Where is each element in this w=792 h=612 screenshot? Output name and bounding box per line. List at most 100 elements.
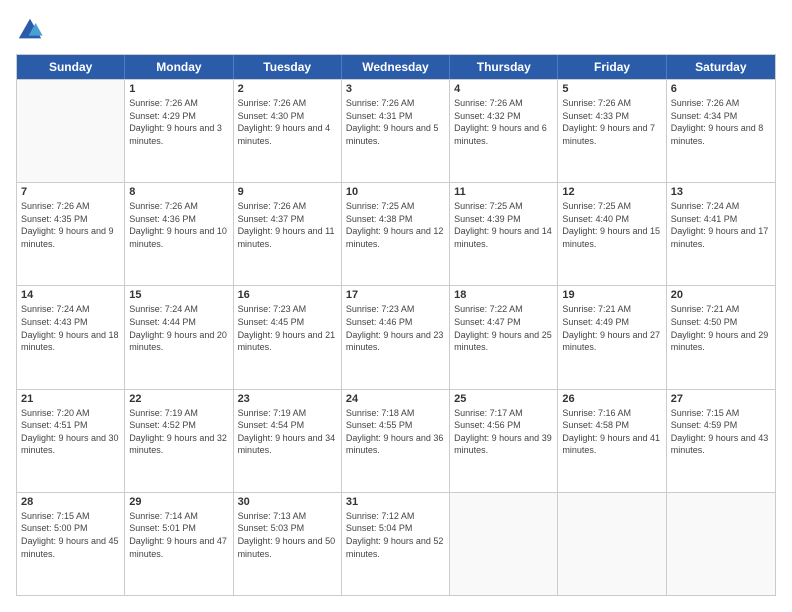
day-info: Sunrise: 7:26 AM Sunset: 4:36 PM Dayligh… [129,200,228,250]
day-info: Sunrise: 7:13 AM Sunset: 5:03 PM Dayligh… [238,510,337,560]
day-info: Sunrise: 7:16 AM Sunset: 4:58 PM Dayligh… [562,407,661,457]
day-info: Sunrise: 7:24 AM Sunset: 4:44 PM Dayligh… [129,303,228,353]
day-number: 27 [671,393,771,405]
calendar-cell-6: 6 Sunrise: 7:26 AM Sunset: 4:34 PM Daylig… [667,80,775,182]
calendar-cell-3: 3Sunrise: 7:26 AM Sunset: 4:31 PM Daylig… [342,80,450,182]
day-number: 28 [21,496,120,508]
calendar-cell-16: 16 Sunrise: 7:23 AM Sunset: 4:45 PM Dayli… [234,286,342,388]
calendar-cell-28: 28 Sunrise: 7:15 AM Sunset: 5:00 PM Dayli… [17,493,125,595]
day-number: 31 [346,496,445,508]
day-info: Sunrise: 7:25 AM Sunset: 4:38 PM Dayligh… [346,200,445,250]
calendar-cell-24: 24 Sunrise: 7:18 AM Sunset: 4:55 PM Dayli… [342,390,450,492]
day-info: Sunrise: 7:25 AM Sunset: 4:40 PM Dayligh… [562,200,661,250]
day-number: 24 [346,393,445,405]
calendar-cell-25: 25 Sunrise: 7:17 AM Sunset: 4:56 PM Dayli… [450,390,558,492]
day-number: 25 [454,393,553,405]
calendar-cell-26: 26 Sunrise: 7:16 AM Sunset: 4:58 PM Dayli… [558,390,666,492]
calendar-cell-empty-0-0 [17,80,125,182]
day-info: Sunrise: 7:23 AM Sunset: 4:46 PM Dayligh… [346,303,445,353]
header-saturday: Saturday [667,55,775,79]
calendar-cell-29: 29 Sunrise: 7:14 AM Sunset: 5:01 PM Dayli… [125,493,233,595]
day-info: Sunrise: 7:12 AM Sunset: 5:04 PM Dayligh… [346,510,445,560]
day-number: 9 [238,186,337,198]
day-info: Sunrise: 7:22 AM Sunset: 4:47 PM Dayligh… [454,303,553,353]
day-number: 1 [129,83,228,95]
calendar: SundayMondayTuesdayWednesdayThursdayFrid… [16,54,776,596]
day-info: Sunrise: 7:17 AM Sunset: 4:56 PM Dayligh… [454,407,553,457]
header-sunday: Sunday [17,55,125,79]
logo [16,16,48,44]
day-info: Sunrise: 7:21 AM Sunset: 4:49 PM Dayligh… [562,303,661,353]
day-number: 15 [129,289,228,301]
day-info: Sunrise: 7:18 AM Sunset: 4:55 PM Dayligh… [346,407,445,457]
calendar-cell-31: 31 Sunrise: 7:12 AM Sunset: 5:04 PM Dayli… [342,493,450,595]
day-number: 30 [238,496,337,508]
calendar-cell-13: 13 Sunrise: 7:24 AM Sunset: 4:41 PM Dayli… [667,183,775,285]
day-info: Sunrise: 7:26 AM Sunset: 4:32 PM Dayligh… [454,97,553,147]
calendar-cell-14: 14 Sunrise: 7:24 AM Sunset: 4:43 PM Dayli… [17,286,125,388]
day-number: 14 [21,289,120,301]
calendar-cell-8: 8Sunrise: 7:26 AM Sunset: 4:36 PM Daylig… [125,183,233,285]
calendar-row-2: 7 Sunrise: 7:26 AM Sunset: 4:35 PM Daylig… [17,182,775,285]
calendar-cell-18: 18 Sunrise: 7:22 AM Sunset: 4:47 PM Dayli… [450,286,558,388]
day-number: 2 [238,83,337,95]
header-tuesday: Tuesday [234,55,342,79]
calendar-row-1: 1 Sunrise: 7:26 AM Sunset: 4:29 PM Daylig… [17,79,775,182]
day-number: 13 [671,186,771,198]
calendar-cell-7: 7 Sunrise: 7:26 AM Sunset: 4:35 PM Daylig… [17,183,125,285]
day-info: Sunrise: 7:26 AM Sunset: 4:29 PM Dayligh… [129,97,228,147]
calendar-cell-23: 23 Sunrise: 7:19 AM Sunset: 4:54 PM Dayli… [234,390,342,492]
calendar-cell-12: 12 Sunrise: 7:25 AM Sunset: 4:40 PM Dayli… [558,183,666,285]
day-number: 29 [129,496,228,508]
day-number: 17 [346,289,445,301]
day-number: 20 [671,289,771,301]
calendar-cell-22: 22Sunrise: 7:19 AM Sunset: 4:52 PM Dayli… [125,390,233,492]
day-number: 5 [562,83,661,95]
day-info: Sunrise: 7:26 AM Sunset: 4:37 PM Dayligh… [238,200,337,250]
day-info: Sunrise: 7:15 AM Sunset: 4:59 PM Dayligh… [671,407,771,457]
day-number: 18 [454,289,553,301]
day-info: Sunrise: 7:23 AM Sunset: 4:45 PM Dayligh… [238,303,337,353]
calendar-row-4: 21 Sunrise: 7:20 AM Sunset: 4:51 PM Dayli… [17,389,775,492]
day-info: Sunrise: 7:26 AM Sunset: 4:34 PM Dayligh… [671,97,771,147]
day-info: Sunrise: 7:19 AM Sunset: 4:54 PM Dayligh… [238,407,337,457]
calendar-body: 1 Sunrise: 7:26 AM Sunset: 4:29 PM Daylig… [17,79,775,595]
day-number: 10 [346,186,445,198]
day-number: 3 [346,83,445,95]
day-info: Sunrise: 7:21 AM Sunset: 4:50 PM Dayligh… [671,303,771,353]
day-number: 26 [562,393,661,405]
calendar-row-3: 14 Sunrise: 7:24 AM Sunset: 4:43 PM Dayli… [17,285,775,388]
calendar-cell-1: 1 Sunrise: 7:26 AM Sunset: 4:29 PM Daylig… [125,80,233,182]
day-number: 12 [562,186,661,198]
day-number: 23 [238,393,337,405]
calendar-cell-10: 10 Sunrise: 7:25 AM Sunset: 4:38 PM Dayli… [342,183,450,285]
day-info: Sunrise: 7:14 AM Sunset: 5:01 PM Dayligh… [129,510,228,560]
day-number: 4 [454,83,553,95]
calendar-cell-21: 21 Sunrise: 7:20 AM Sunset: 4:51 PM Dayli… [17,390,125,492]
header-wednesday: Wednesday [342,55,450,79]
day-info: Sunrise: 7:19 AM Sunset: 4:52 PM Dayligh… [129,407,228,457]
day-number: 21 [21,393,120,405]
calendar-cell-empty-4-4 [450,493,558,595]
day-number: 16 [238,289,337,301]
calendar-row-5: 28 Sunrise: 7:15 AM Sunset: 5:00 PM Dayli… [17,492,775,595]
day-info: Sunrise: 7:26 AM Sunset: 4:33 PM Dayligh… [562,97,661,147]
day-info: Sunrise: 7:20 AM Sunset: 4:51 PM Dayligh… [21,407,120,457]
day-number: 6 [671,83,771,95]
calendar-cell-4: 4 Sunrise: 7:26 AM Sunset: 4:32 PM Daylig… [450,80,558,182]
calendar-cell-15: 15 Sunrise: 7:24 AM Sunset: 4:44 PM Dayli… [125,286,233,388]
day-number: 7 [21,186,120,198]
day-info: Sunrise: 7:26 AM Sunset: 4:35 PM Dayligh… [21,200,120,250]
calendar-cell-11: 11Sunrise: 7:25 AM Sunset: 4:39 PM Dayli… [450,183,558,285]
calendar-cell-20: 20 Sunrise: 7:21 AM Sunset: 4:50 PM Dayli… [667,286,775,388]
calendar-cell-30: 30 Sunrise: 7:13 AM Sunset: 5:03 PM Dayli… [234,493,342,595]
day-number: 19 [562,289,661,301]
day-info: Sunrise: 7:15 AM Sunset: 5:00 PM Dayligh… [21,510,120,560]
header-thursday: Thursday [450,55,558,79]
calendar-cell-2: 2 Sunrise: 7:26 AM Sunset: 4:30 PM Daylig… [234,80,342,182]
calendar-header: SundayMondayTuesdayWednesdayThursdayFrid… [17,55,775,79]
day-info: Sunrise: 7:24 AM Sunset: 4:41 PM Dayligh… [671,200,771,250]
day-info: Sunrise: 7:26 AM Sunset: 4:30 PM Dayligh… [238,97,337,147]
day-number: 11 [454,186,553,198]
day-info: Sunrise: 7:24 AM Sunset: 4:43 PM Dayligh… [21,303,120,353]
